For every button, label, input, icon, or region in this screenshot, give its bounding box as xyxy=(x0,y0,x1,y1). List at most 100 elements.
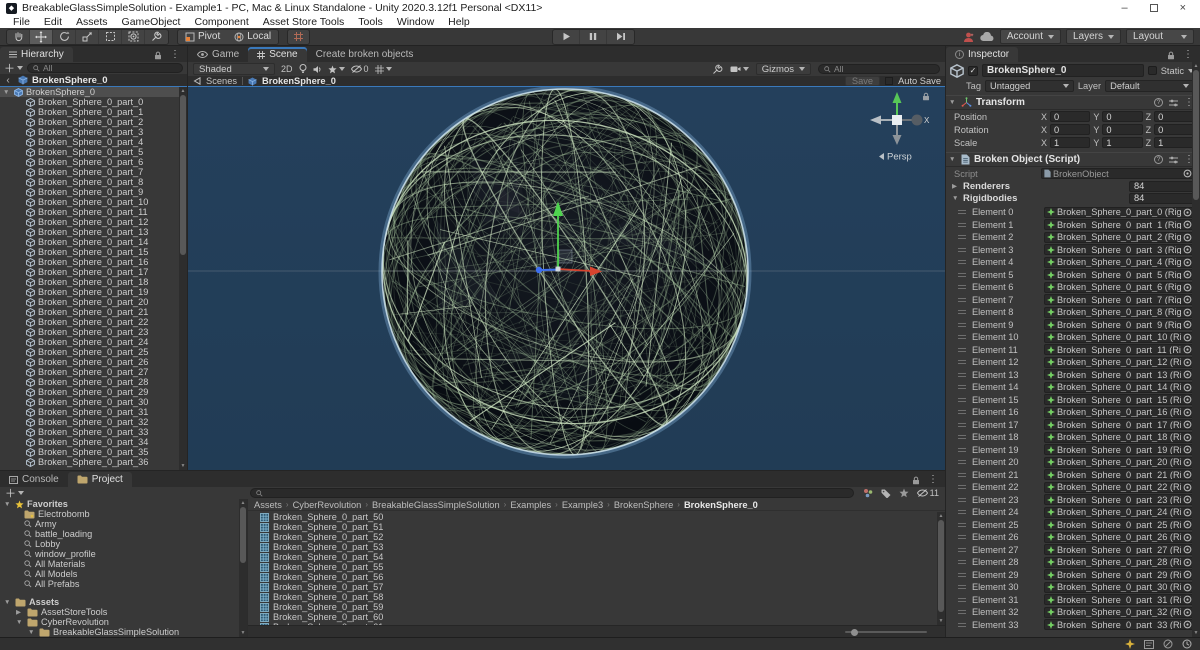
effects-dropdown[interactable] xyxy=(328,65,345,74)
custom-tool-button[interactable] xyxy=(145,30,168,44)
close-button[interactable]: × xyxy=(1180,1,1186,15)
hierarchy-item[interactable]: Broken_Sphere_0_part_13 xyxy=(0,227,179,237)
object-picker-icon[interactable] xyxy=(1183,408,1192,417)
rigidbody-object-field[interactable]: Broken_Sphere_0_part_9 (Rigidbo xyxy=(1044,319,1195,330)
hierarchy-item[interactable]: Broken_Sphere_0_part_33 xyxy=(0,427,179,437)
hierarchy-item[interactable]: Broken_Sphere_0_part_19 xyxy=(0,287,179,297)
drag-handle-icon[interactable] xyxy=(956,497,968,503)
rigidbody-object-field[interactable]: Broken_Sphere_0_part_22 (Rigidb xyxy=(1044,482,1195,493)
drag-handle-icon[interactable] xyxy=(956,359,968,365)
hierarchy-item[interactable]: Broken_Sphere_0_part_7 xyxy=(0,167,179,177)
drag-handle-icon[interactable] xyxy=(956,447,968,453)
pause-button[interactable] xyxy=(580,30,607,44)
hierarchy-item[interactable]: Broken_Sphere_0_part_26 xyxy=(0,357,179,367)
lock-icon[interactable] xyxy=(154,51,162,60)
rigidbody-object-field[interactable]: Broken_Sphere_0_part_6 (Rigidbo xyxy=(1044,282,1195,293)
tools-icon[interactable] xyxy=(712,64,723,75)
drag-handle-icon[interactable] xyxy=(956,459,968,465)
drag-handle-icon[interactable] xyxy=(956,247,968,253)
hierarchy-item[interactable]: Broken_Sphere_0_part_9 xyxy=(0,187,179,197)
gizmos-dropdown[interactable]: Gizmos xyxy=(756,63,811,75)
camera-dropdown[interactable] xyxy=(730,65,749,73)
drag-handle-icon[interactable] xyxy=(956,572,968,578)
rigidbody-object-field[interactable]: Broken_Sphere_0_part_31 (Rigidb xyxy=(1044,594,1195,605)
object-picker-icon[interactable] xyxy=(1183,283,1192,292)
object-picker-icon[interactable] xyxy=(1183,370,1192,379)
breadcrumb-scenes[interactable]: Scenes xyxy=(206,76,237,86)
thumbnail-zoom-slider[interactable] xyxy=(845,631,927,633)
drag-handle-icon[interactable] xyxy=(956,309,968,315)
search-by-label-icon[interactable] xyxy=(881,489,891,498)
tab-create-broken-objects[interactable]: Create broken objects xyxy=(307,47,423,62)
rigidbody-object-field[interactable]: Broken_Sphere_0_part_19 (Rigidb xyxy=(1044,444,1195,455)
rigidbody-object-field[interactable]: Broken_Sphere_0_part_25 (Rigidb xyxy=(1044,519,1195,530)
breadcrumb-segment[interactable]: BrokenSphere xyxy=(614,500,673,510)
drag-handle-icon[interactable] xyxy=(956,234,968,240)
rigidbody-object-field[interactable]: Broken_Sphere_0_part_16 (Rigidb xyxy=(1044,407,1195,418)
rigidbody-object-field[interactable]: Broken_Sphere_0_part_21 (Rigidb xyxy=(1044,469,1195,480)
layer-dropdown[interactable]: Default xyxy=(1105,80,1194,92)
favorite-item[interactable]: window_profile xyxy=(0,549,247,559)
favorite-item[interactable]: Lobby xyxy=(0,539,247,549)
rigidbody-object-field[interactable]: Broken_Sphere_0_part_4 (Rigidbo xyxy=(1044,257,1195,268)
object-picker-icon[interactable] xyxy=(1183,358,1192,367)
hierarchy-item[interactable]: Broken_Sphere_0_part_3 xyxy=(0,127,179,137)
object-picker-icon[interactable] xyxy=(1183,208,1192,217)
lock-icon[interactable] xyxy=(1167,51,1175,60)
rigidbody-object-field[interactable]: Broken_Sphere_0_part_15 (Rigidb xyxy=(1044,394,1195,405)
drag-handle-icon[interactable] xyxy=(956,422,968,428)
activity-progress-icon[interactable] xyxy=(1182,639,1192,649)
breadcrumb-segment[interactable]: CyberRevolution xyxy=(293,500,362,510)
object-picker-icon[interactable] xyxy=(1183,270,1192,279)
drag-handle-icon[interactable] xyxy=(956,272,968,278)
drag-handle-icon[interactable] xyxy=(956,259,968,265)
object-picker-icon[interactable] xyxy=(1183,583,1192,592)
breadcrumb-segment[interactable]: Assets xyxy=(254,500,282,510)
hierarchy-item[interactable]: Broken_Sphere_0_part_18 xyxy=(0,277,179,287)
move-tool-button[interactable] xyxy=(30,30,53,44)
drag-handle-icon[interactable] xyxy=(956,284,968,290)
drag-handle-icon[interactable] xyxy=(956,222,968,228)
hierarchy-item[interactable]: Broken_Sphere_0_part_8 xyxy=(0,177,179,187)
restore-button[interactable] xyxy=(1150,4,1158,12)
object-picker-icon[interactable] xyxy=(1183,520,1192,529)
hidden-count-button[interactable]: 11 xyxy=(917,488,939,498)
hierarchy-item[interactable]: Broken_Sphere_0_part_10 xyxy=(0,197,179,207)
menu-edit[interactable]: Edit xyxy=(37,16,69,28)
object-picker-icon[interactable] xyxy=(1183,558,1192,567)
foldout-icon[interactable]: ▼ xyxy=(4,501,12,508)
hierarchy-item[interactable]: Broken_Sphere_0_part_29 xyxy=(0,387,179,397)
drag-handle-icon[interactable] xyxy=(956,297,968,303)
object-picker-icon[interactable] xyxy=(1183,383,1192,392)
scene-search-input[interactable]: All xyxy=(818,64,940,74)
drag-handle-icon[interactable] xyxy=(956,334,968,340)
grid-visibility-dropdown[interactable] xyxy=(375,65,392,74)
hierarchy-item[interactable]: Broken_Sphere_0_part_28 xyxy=(0,377,179,387)
favorites-root[interactable]: ▼Favorites xyxy=(0,499,247,509)
collab-status-icon[interactable] xyxy=(1125,639,1135,649)
hierarchy-scrollbar[interactable]: ▲ ▼ xyxy=(179,87,187,470)
layout-dropdown[interactable]: Layout xyxy=(1126,29,1194,44)
rigidbody-object-field[interactable]: Broken_Sphere_0_part_24 (Rigidb xyxy=(1044,507,1195,518)
hierarchy-item[interactable]: Broken_Sphere_0_part_22 xyxy=(0,317,179,327)
menu-help[interactable]: Help xyxy=(441,16,477,28)
z-value-field[interactable]: 0 xyxy=(1154,124,1195,135)
folder-item-cyberrevolution[interactable]: ▼CyberRevolution xyxy=(0,617,247,627)
tag-dropdown[interactable]: Untagged xyxy=(985,80,1074,92)
breadcrumb-segment[interactable]: BreakableGlassSimpleSolution xyxy=(372,500,500,510)
folder-item-breakableglasssimplesolution[interactable]: ▼BreakableGlassSimpleSolution xyxy=(0,627,247,637)
rotate-tool-button[interactable] xyxy=(53,30,76,44)
rigidbody-object-field[interactable]: Broken_Sphere_0_part_17 (Rigidb xyxy=(1044,419,1195,430)
rigidbody-object-field[interactable]: Broken_Sphere_0_part_30 (Rigidb xyxy=(1044,582,1195,593)
foldout-icon[interactable]: ▼ xyxy=(4,599,12,606)
rigidbody-object-field[interactable]: Broken_Sphere_0_part_20 (Rigidb xyxy=(1044,457,1195,468)
foldout-icon[interactable]: ▼ xyxy=(28,629,36,636)
transform-tool-button[interactable] xyxy=(122,30,145,44)
rigidbody-object-field[interactable]: Broken_Sphere_0_part_33 (Rigidb xyxy=(1044,619,1195,630)
object-picker-icon[interactable] xyxy=(1183,470,1192,479)
rigidbody-object-field[interactable]: Broken_Sphere_0_part_27 (Rigidb xyxy=(1044,544,1195,555)
scale-tool-button[interactable] xyxy=(76,30,99,44)
help-icon[interactable]: ? xyxy=(1154,155,1163,164)
presets-icon[interactable] xyxy=(1169,156,1178,164)
folder-item-assets[interactable]: ▼Assets xyxy=(0,597,247,607)
